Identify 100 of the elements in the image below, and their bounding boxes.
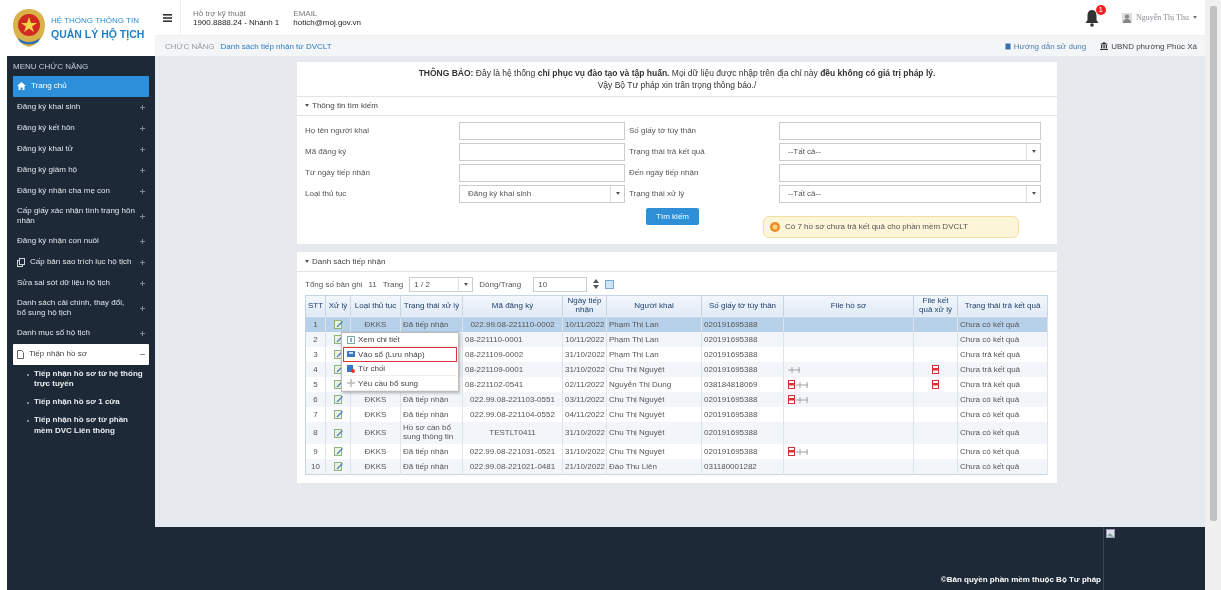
table-cell: 020191695388 <box>701 362 784 378</box>
table-cell: Chưa có kết quả <box>957 392 1048 408</box>
table-cell: 6 <box>305 392 326 408</box>
table-row[interactable]: 10 ĐKKS Đã tiếp nhận 022.99.08-221021-0481 21/10/2022 Đào Thu Liên 031180001282 Chưa có kết quả <box>305 459 1048 475</box>
sidebar-item[interactable]: Đăng ký nhận con nuôi <box>13 230 149 252</box>
column-header[interactable]: Ngày tiếp nhận <box>562 295 607 318</box>
table-cell: 022.99.08-221103-0551 <box>462 392 563 408</box>
sidebar-label: Đăng ký khai tử <box>17 144 74 155</box>
table-row[interactable]: 8 ĐKKS Hồ sơ cần bổ sung thông tin TESTLT0411 31/10/2022 Chu Thị Nguyệt 020191695388 Chưa có kết quả <box>305 422 1048 445</box>
edit-icon[interactable] <box>333 395 343 405</box>
page-select[interactable]: 1 / 2 <box>409 276 474 292</box>
sidebar-item[interactable]: Danh mục sổ hộ tịch <box>13 322 149 344</box>
column-header[interactable]: Xử lý <box>325 295 351 318</box>
contact-label: Hỗ trợ kỹ thuật <box>193 8 247 18</box>
edit-icon[interactable] <box>333 320 343 330</box>
pdf-file-icon[interactable] <box>788 447 795 457</box>
home-icon <box>17 82 26 91</box>
sidebar-item[interactable]: Cấp bản sao trích lục hộ tịch <box>13 251 149 273</box>
input-field[interactable] <box>459 163 625 182</box>
sidebar-item[interactable]: Cấp giấy xác nhận tình trạng hôn nhân <box>13 202 149 231</box>
rows-per-page-field[interactable]: 10 <box>533 276 588 292</box>
field-label: Mã đăng ký <box>305 147 348 157</box>
scrollbar-thumb[interactable] <box>1209 6 1217 521</box>
input-field[interactable] <box>459 142 625 161</box>
submenu-item[interactable]: Tiếp nhận hồ sơ từ hệ thống trực tuyến <box>34 368 145 391</box>
plus-icon[interactable] <box>140 126 145 131</box>
plus-icon[interactable] <box>140 280 145 286</box>
input-field[interactable] <box>779 163 1041 182</box>
table-cell: Chu Thị Nguyệt <box>606 392 702 408</box>
table-cell: 03/11/2022 <box>562 392 607 408</box>
plus-icon[interactable] <box>140 238 145 244</box>
bell-icon[interactable] <box>1083 8 1100 27</box>
menu-item[interactable]: Xem chi tiết <box>343 332 457 348</box>
select-field[interactable]: --Tất cả-- <box>779 142 1041 161</box>
table-cell: 10 <box>305 459 326 475</box>
menu-item[interactable]: Từ chối <box>343 361 457 377</box>
column-header[interactable]: Người khai <box>606 295 702 318</box>
sidebar-label: Danh sách cải chính, thay đổi, bổ sung hộ tịch <box>17 297 126 319</box>
sidebar-label: Đăng ký khai sinh <box>17 102 81 113</box>
menu-icon[interactable] <box>163 13 172 22</box>
field-label: Loại thủ tục <box>305 189 348 199</box>
plus-icon[interactable] <box>140 305 145 311</box>
plus-icon[interactable] <box>140 213 145 219</box>
table-cell: 020191695388 <box>701 422 784 445</box>
plus-icon[interactable] <box>140 147 145 152</box>
column-header[interactable]: Mã đăng ký <box>462 295 563 318</box>
input-field[interactable] <box>459 121 625 140</box>
plus-icon[interactable] <box>140 168 145 173</box>
field-label: Đến ngày tiếp nhận <box>629 168 700 178</box>
office-link[interactable]: UBND phường Phúc Xá <box>1100 41 1197 51</box>
menu-item[interactable]: Vào sổ (Lưu nháp) <box>343 347 457 362</box>
table-cell: 2 <box>305 332 326 348</box>
breadcrumb-link[interactable]: Danh sách tiếp nhận từ DVCLT <box>220 41 332 51</box>
plus-icon[interactable] <box>140 189 145 194</box>
sidebar-item[interactable]: Đăng ký giám hộ <box>13 160 149 181</box>
spinner-icon[interactable] <box>593 279 600 290</box>
column-header[interactable]: File kết quả xử lý <box>913 295 958 318</box>
user-icon <box>1121 12 1132 23</box>
column-header[interactable]: STT <box>305 295 326 318</box>
table-cell: 022.99.08-221021-0481 <box>462 459 563 475</box>
select-field[interactable]: Đăng ký khai sinh <box>459 184 625 203</box>
scrollbar[interactable] <box>1205 0 1221 590</box>
table-row[interactable]: 6 ĐKKS Đã tiếp nhận 022.99.08-221103-0551 03/11/2022 Chu Thị Nguyệt 020191695388 Chưa có kết quả <box>305 392 1048 408</box>
book-icon <box>1004 42 1011 50</box>
table-cell: Chưa có kết quả <box>957 459 1048 475</box>
plus-icon[interactable] <box>140 259 145 265</box>
input-field[interactable] <box>779 121 1041 140</box>
column-header[interactable]: Trạng thái xử lý <box>400 295 463 318</box>
submenu-item[interactable]: Tiếp nhận hồ sơ từ phần mềm DVC Liên thông <box>34 414 145 437</box>
table-cell: Chưa trả kết quả <box>957 362 1048 378</box>
edit-icon[interactable] <box>333 410 343 420</box>
table-cell: 08-221110-0001 <box>462 332 563 348</box>
sidebar-item[interactable]: Đăng ký khai sinh <box>13 97 149 118</box>
sidebar-item[interactable]: Danh sách cải chính, thay đổi, bổ sung hộ tịch <box>13 293 149 323</box>
column-header[interactable]: Loại thủ tục <box>350 295 401 318</box>
sidebar-item[interactable]: Đăng ký nhận cha mẹ con <box>13 181 149 202</box>
column-header[interactable]: Trạng thái trả kết quả <box>957 295 1048 318</box>
submenu-item[interactable]: Tiếp nhận hồ sơ 1 cửa <box>34 397 120 408</box>
edit-icon[interactable] <box>333 447 343 457</box>
sidebar-item[interactable]: Đăng ký kết hôn <box>13 118 149 139</box>
guide-link[interactable]: Hướng dẫn sử dụng <box>1004 41 1087 51</box>
select-field[interactable]: --Tất cả-- <box>779 184 1041 203</box>
contact-value: hotich@moj.gov.vn <box>293 17 361 27</box>
system-title: HỆ THỐNG THÔNG TIN <box>51 16 140 25</box>
menu-item[interactable]: Yêu cầu bổ sung <box>343 376 457 391</box>
export-icon[interactable] <box>605 279 615 289</box>
column-header[interactable]: File hồ sơ <box>783 295 914 318</box>
edit-icon[interactable] <box>333 461 343 471</box>
section-header[interactable]: Thông tin tìm kiếm <box>297 95 1057 116</box>
warning-icon <box>770 221 780 232</box>
plus-icon[interactable] <box>140 330 145 336</box>
section-header[interactable]: Danh sách tiếp nhận <box>297 251 1057 272</box>
sidebar-item[interactable]: Đăng ký khai tử <box>13 139 149 160</box>
edit-icon[interactable] <box>333 428 343 438</box>
user-menu[interactable]: Nguyễn Thị Thu <box>1121 12 1197 23</box>
column-header[interactable]: Số giấy tờ tùy thân <box>701 295 784 318</box>
sidebar-item[interactable]: Tiếp nhận hồ sơ <box>13 343 149 365</box>
plus-icon[interactable] <box>140 105 145 110</box>
sidebar-label: Đăng ký nhận con nuôi <box>17 236 99 247</box>
sidebar-item[interactable]: Sửa sai sót dữ liệu hộ tịch <box>13 272 149 294</box>
